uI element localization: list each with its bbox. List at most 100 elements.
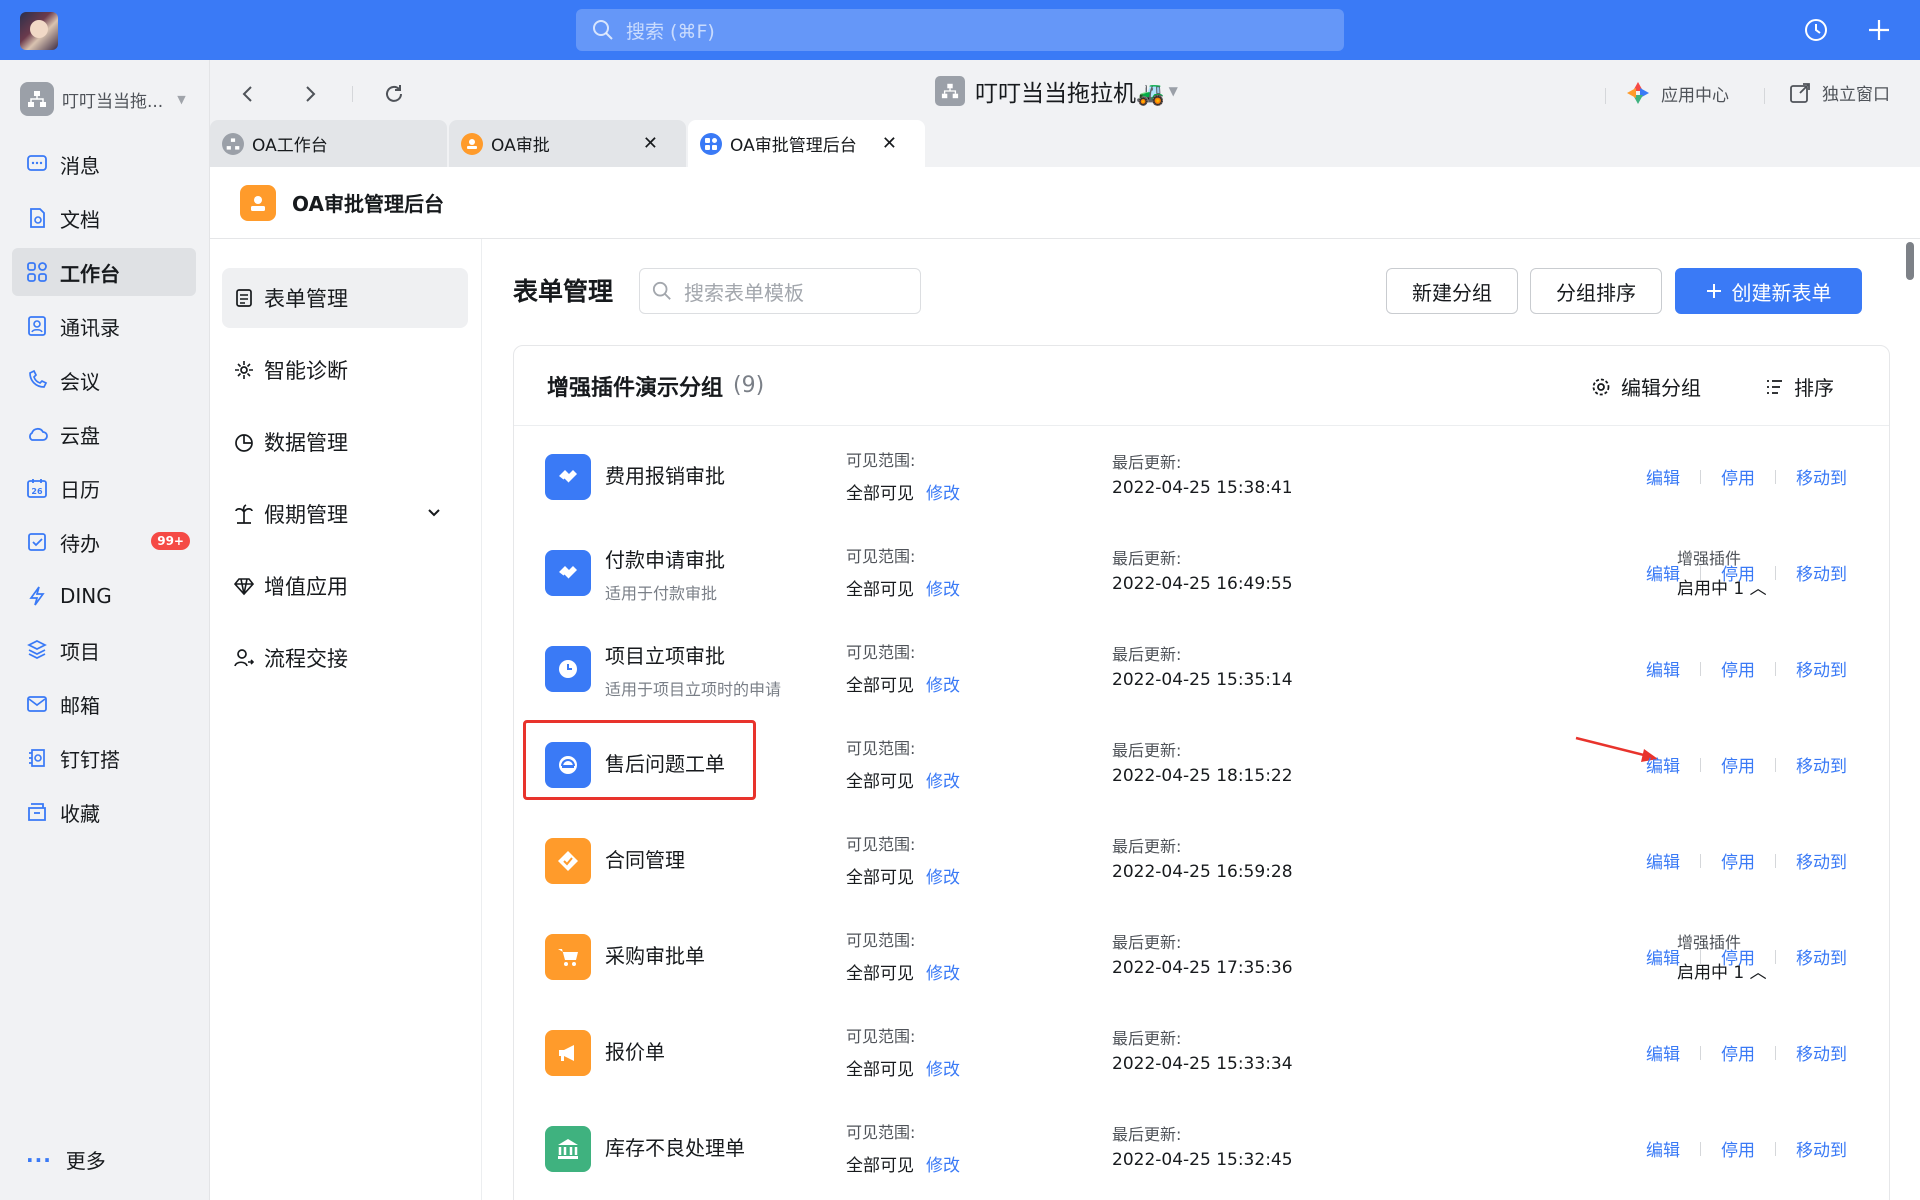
template-search-input[interactable]: 搜索表单模板 [639, 268, 921, 314]
form-row[interactable]: 付款申请审批 适用于付款审批 可见范围: 全部可见 修改 最后更新: 2022-04-25 … [514, 523, 1889, 619]
disable-link[interactable]: 停用 [1721, 752, 1755, 777]
move-to-link[interactable]: 移动到 [1796, 1136, 1847, 1161]
modify-scope-link[interactable]: 修改 [926, 964, 960, 984]
tab-oa-workbench[interactable]: OA工作台 [210, 120, 447, 167]
edit-link[interactable]: 编辑 [1646, 752, 1680, 777]
updated-label: 最后更新: [1112, 453, 1182, 472]
nav-item-contacts[interactable]: 通讯录 [12, 302, 196, 350]
modify-scope-link[interactable]: 修改 [926, 868, 960, 888]
edit-link[interactable]: 编辑 [1646, 944, 1680, 969]
form-name[interactable]: 采购审批单 [605, 940, 705, 969]
form-name[interactable]: 报价单 [605, 1036, 665, 1065]
form-name[interactable]: 合同管理 [605, 844, 685, 873]
nav-item-ding[interactable]: DING [12, 572, 196, 620]
modify-scope-link[interactable]: 修改 [926, 1156, 960, 1176]
nav-item-calendar[interactable]: 26 日历 [12, 464, 196, 512]
scrollbar[interactable] [1906, 242, 1914, 280]
refresh-button[interactable] [378, 78, 410, 110]
separator [1775, 853, 1776, 868]
nav-more[interactable]: ··· 更多 [26, 1145, 106, 1174]
scope-label: 可见范围: [846, 931, 916, 950]
edit-link[interactable]: 编辑 [1646, 464, 1680, 489]
tab-oa-admin[interactable]: OA审批管理后台 ✕ [688, 120, 925, 167]
disable-link[interactable]: 停用 [1721, 848, 1755, 873]
form-row[interactable]: 项目立项审批 适用于项目立项时的申请 可见范围: 全部可见 修改 最后更新: 2022-04… [514, 619, 1889, 715]
global-search[interactable]: 搜索 (⌘F) [576, 9, 1344, 51]
chevron-down-icon[interactable] [426, 504, 442, 520]
move-to-link[interactable]: 移动到 [1796, 1040, 1847, 1065]
edit-link[interactable]: 编辑 [1646, 560, 1680, 585]
disable-link[interactable]: 停用 [1721, 656, 1755, 681]
subnav-leave-management[interactable]: 假期管理 [222, 484, 468, 544]
add-icon[interactable] [1863, 14, 1895, 46]
user-avatar[interactable] [20, 12, 58, 50]
move-to-link[interactable]: 移动到 [1796, 848, 1847, 873]
edit-link[interactable]: 编辑 [1646, 848, 1680, 873]
form-row[interactable]: 采购审批单 可见范围: 全部可见 修改 最后更新: 2022-04-25 17:35:36… [514, 907, 1889, 1003]
close-icon[interactable]: ✕ [643, 133, 658, 154]
sort-button[interactable]: 排序 [1764, 372, 1834, 401]
subnav-smart-diagnosis[interactable]: 智能诊断 [222, 340, 468, 400]
form-name[interactable]: 费用报销审批 [605, 460, 725, 489]
back-button[interactable] [232, 78, 264, 110]
form-row[interactable]: 报价单 可见范围: 全部可见 修改 最后更新: 2022-04-25 15:33:34 编… [514, 1003, 1889, 1099]
org-name: 叮叮当当拖... [62, 91, 164, 112]
standalone-window-button[interactable]: 独立窗口 [1788, 80, 1890, 105]
form-row[interactable]: 库存不良处理单 可见范围: 全部可见 修改 最后更新: 2022-04-25 15:32:… [514, 1099, 1889, 1195]
close-icon[interactable]: ✕ [882, 133, 897, 154]
group-count: (9) [733, 373, 765, 398]
nav-item-cloud[interactable]: 云盘 [12, 410, 196, 458]
nav-item-meeting[interactable]: 会议 [12, 356, 196, 404]
nav-item-mail[interactable]: 邮箱 [12, 680, 196, 728]
edit-link[interactable]: 编辑 [1646, 656, 1680, 681]
window-title[interactable]: 叮叮当当拖拉机🚜 ▼ [935, 74, 1178, 108]
move-to-link[interactable]: 移动到 [1796, 560, 1847, 585]
modify-scope-link[interactable]: 修改 [926, 772, 960, 792]
modify-scope-link[interactable]: 修改 [926, 1060, 960, 1080]
tab-oa-approval[interactable]: OA审批 ✕ [449, 120, 686, 167]
nav-item-favorites[interactable]: 收藏 [12, 788, 196, 836]
form-name[interactable]: 付款申请审批 [605, 544, 725, 573]
move-to-link[interactable]: 移动到 [1796, 656, 1847, 681]
nav-item-dingda[interactable]: 钉钉搭 [12, 734, 196, 782]
subnav-form-management[interactable]: 表单管理 [222, 268, 468, 328]
disable-link[interactable]: 停用 [1721, 464, 1755, 489]
edit-group-button[interactable]: 编辑分组 [1591, 372, 1701, 401]
form-name[interactable]: 项目立项审批 [605, 640, 725, 669]
subnav-process-handover[interactable]: 流程交接 [222, 628, 468, 688]
form-name[interactable]: 库存不良处理单 [605, 1132, 745, 1161]
edit-group-label: 编辑分组 [1621, 376, 1701, 400]
modify-scope-link[interactable]: 修改 [926, 676, 960, 696]
nav-item-todo[interactable]: 待办 99+ [12, 518, 196, 566]
form-row[interactable]: 售后问题工单 可见范围: 全部可见 修改 最后更新: 2022-04-25 18:15:2… [514, 715, 1889, 811]
disable-link[interactable]: 停用 [1721, 944, 1755, 969]
subnav-data-management[interactable]: 数据管理 [222, 412, 468, 472]
form-row[interactable]: 费用报销审批 可见范围: 全部可见 修改 最后更新: 2022-04-25 15:38:4… [514, 427, 1889, 523]
move-to-link[interactable]: 移动到 [1796, 944, 1847, 969]
app-center-button[interactable]: 应用中心 [1625, 80, 1729, 106]
modify-scope-link[interactable]: 修改 [926, 580, 960, 600]
modify-scope-link[interactable]: 修改 [926, 484, 960, 504]
move-to-link[interactable]: 移动到 [1796, 752, 1847, 777]
disable-link[interactable]: 停用 [1721, 560, 1755, 585]
nav-item-project[interactable]: 项目 [12, 626, 196, 674]
disable-link[interactable]: 停用 [1721, 1136, 1755, 1161]
nav-item-messages[interactable]: 消息 [12, 140, 196, 188]
move-to-link[interactable]: 移动到 [1796, 464, 1847, 489]
edit-link[interactable]: 编辑 [1646, 1040, 1680, 1065]
sort-groups-button[interactable]: 分组排序 [1530, 268, 1662, 314]
history-icon[interactable] [1800, 14, 1832, 46]
new-group-button[interactable]: 新建分组 [1386, 268, 1518, 314]
nav-item-workbench[interactable]: 工作台 [12, 248, 196, 296]
form-name[interactable]: 售后问题工单 [605, 748, 725, 777]
form-icon [236, 289, 252, 307]
org-switcher[interactable]: 叮叮当当拖... ▼ [20, 82, 186, 116]
nav-item-docs[interactable]: 文档 [12, 194, 196, 242]
create-form-button[interactable]: 创建新表单 [1675, 268, 1862, 314]
app-name: OA审批管理后台 [292, 192, 444, 216]
disable-link[interactable]: 停用 [1721, 1040, 1755, 1065]
edit-link[interactable]: 编辑 [1646, 1136, 1680, 1161]
form-row[interactable]: 合同管理 可见范围: 全部可见 修改 最后更新: 2022-04-25 16:59:28 … [514, 811, 1889, 907]
subnav-value-added[interactable]: 增值应用 [222, 556, 468, 616]
forward-button[interactable] [294, 78, 326, 110]
